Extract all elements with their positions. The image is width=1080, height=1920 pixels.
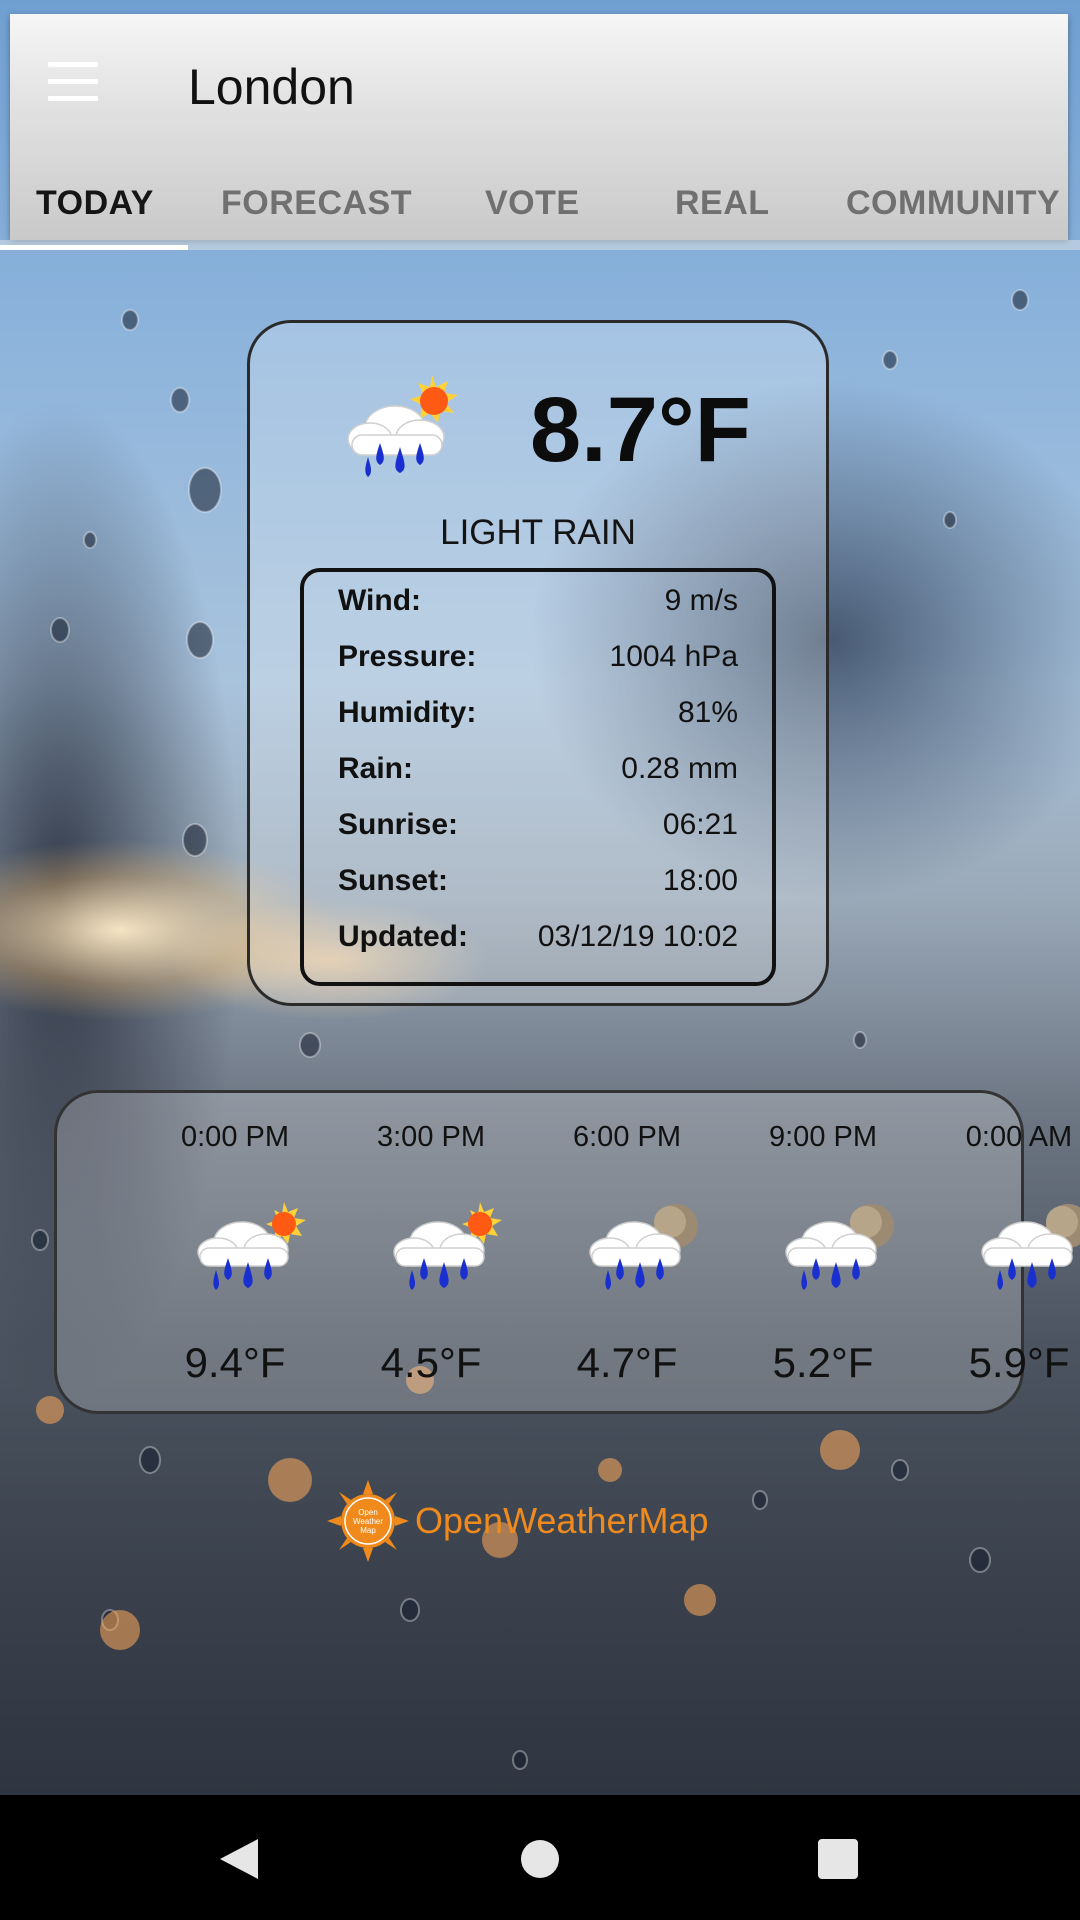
rain-cloud-sun-icon xyxy=(347,375,458,477)
openweathermap-logo: Open Weather Map xyxy=(327,1480,409,1562)
detail-value: 18:00 xyxy=(662,864,738,897)
detail-value: 0.28 mm xyxy=(621,752,738,785)
detail-row-rain: Rain: 0.28 mm xyxy=(338,752,738,792)
detail-label: Rain: xyxy=(338,752,413,785)
hour-time: 0:00 PM xyxy=(181,1121,289,1153)
hourly-forecast-card[interactable]: 0:00 PM 9.4°F 3:00 PM 4.5°F 6:00 PM 4.7°… xyxy=(54,1090,1080,1414)
hour-time: 9:00 PM xyxy=(769,1121,877,1153)
tab-community[interactable]: COMMUNITY xyxy=(846,184,1060,223)
weather-description: LIGHT RAIN xyxy=(440,513,636,552)
detail-row-humidity: Humidity: 81% xyxy=(338,696,738,736)
hour-temperature: 5.2°F xyxy=(772,1339,874,1386)
tab-forecast[interactable]: FORECAST xyxy=(221,184,412,223)
detail-label: Pressure: xyxy=(338,640,477,673)
detail-value: 03/12/19 10:02 xyxy=(537,920,738,953)
svg-text:Open: Open xyxy=(358,1508,378,1517)
detail-label: Wind: xyxy=(338,584,422,617)
hourly-item: 3:00 PM 4.5°F xyxy=(333,1093,529,1411)
detail-value: 06:21 xyxy=(662,808,738,841)
detail-value: 9 m/s xyxy=(664,584,738,617)
app-bar: London TODAY FORECAST VOTE REAL COMMUNIT… xyxy=(10,14,1068,240)
detail-row-updated: Updated: 03/12/19 10:02 xyxy=(338,920,738,960)
home-icon[interactable] xyxy=(510,1829,570,1889)
city-title: London xyxy=(188,59,355,115)
system-navigation-bar xyxy=(0,1795,1080,1920)
detail-row-sunrise: Sunrise: 06:21 xyxy=(338,808,738,848)
detail-label: Sunrise: xyxy=(338,808,459,841)
detail-value: 1004 hPa xyxy=(609,640,738,673)
tab-bar: TODAY FORECAST VOTE REAL COMMUNITY xyxy=(10,184,1068,240)
rain-cloud-moon-icon xyxy=(976,1204,1080,1294)
svg-text:Weather: Weather xyxy=(353,1517,383,1526)
openweathermap-label[interactable]: OpenWeatherMap xyxy=(415,1500,709,1542)
hour-time: 0:00 AM xyxy=(965,1121,1073,1153)
current-temperature: 8.7°F xyxy=(530,379,751,481)
tab-real[interactable]: REAL xyxy=(675,184,770,223)
hourly-item: 9:00 PM 5.2°F xyxy=(725,1093,921,1411)
hourly-item: 6:00 PM 4.7°F xyxy=(529,1093,725,1411)
tab-today[interactable]: TODAY xyxy=(36,184,154,223)
rain-cloud-sun-icon xyxy=(388,1202,502,1294)
hourly-item: 0:00 PM 9.4°F xyxy=(137,1093,333,1411)
hourly-item: 0:00 AM 5.9°F xyxy=(921,1093,1080,1411)
hour-temperature: 9.4°F xyxy=(184,1339,286,1386)
active-tab-indicator xyxy=(0,245,188,250)
tab-vote[interactable]: VOTE xyxy=(485,184,580,223)
menu-icon[interactable] xyxy=(48,62,98,102)
detail-label: Sunset: xyxy=(338,864,449,897)
detail-label: Updated: xyxy=(338,920,468,953)
detail-row-pressure: Pressure: 1004 hPa xyxy=(338,640,738,680)
detail-row-wind: Wind: 9 m/s xyxy=(338,584,738,624)
current-weather-card: 8.7°F LIGHT RAIN Wind: 9 m/s Pressure: 1… xyxy=(247,320,829,1006)
rain-cloud-moon-icon xyxy=(780,1204,894,1294)
hour-time: 6:00 PM xyxy=(573,1121,681,1153)
detail-label: Humidity: xyxy=(338,696,477,729)
detail-row-sunset: Sunset: 18:00 xyxy=(338,864,738,904)
back-icon[interactable] xyxy=(210,1829,270,1889)
rain-cloud-sun-icon xyxy=(192,1202,306,1294)
rain-cloud-moon-icon xyxy=(584,1204,698,1294)
openweathermap-attribution[interactable]: Open Weather Map OpenWeatherMap xyxy=(327,1480,747,1562)
weather-details-box: Wind: 9 m/s Pressure: 1004 hPa Humidity:… xyxy=(300,568,776,986)
svg-text:Map: Map xyxy=(360,1526,376,1535)
recents-icon[interactable] xyxy=(808,1829,868,1889)
detail-value: 81% xyxy=(677,696,738,729)
hour-temperature: 4.5°F xyxy=(380,1339,482,1386)
hour-time: 3:00 PM xyxy=(377,1121,485,1153)
hour-temperature: 5.9°F xyxy=(968,1339,1070,1386)
hour-temperature: 4.7°F xyxy=(576,1339,678,1386)
